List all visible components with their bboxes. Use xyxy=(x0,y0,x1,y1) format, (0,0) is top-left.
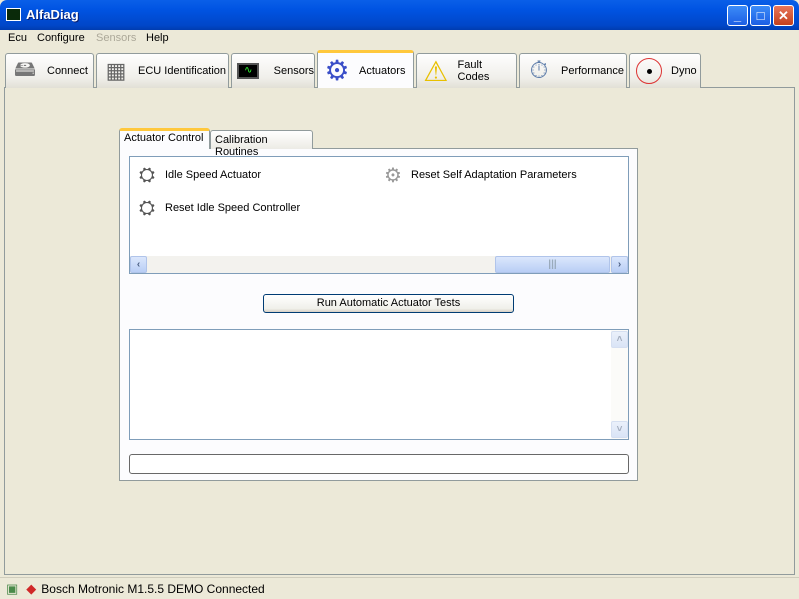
tab-label: Actuators xyxy=(359,64,406,77)
tab-connect[interactable]: 🖴 Connect xyxy=(5,53,94,88)
list-item-reset-idle-speed-controller[interactable]: ⛭ Reset Idle Speed Controller xyxy=(134,195,300,221)
tab-label: Connect xyxy=(47,65,88,77)
horizontal-scrollbar[interactable]: ‹ ||| › xyxy=(130,256,628,273)
list-item-label: Reset Self Adaptation Parameters xyxy=(411,169,577,181)
window-title: AlfaDiag xyxy=(26,7,79,22)
scroll-right-button[interactable]: › xyxy=(611,256,628,273)
menu-ecu[interactable]: Ecu xyxy=(8,32,27,44)
hard-drive-network-icon: 🖴 xyxy=(13,56,37,81)
menu-help[interactable]: Help xyxy=(146,32,169,44)
scroll-down-button[interactable]: ˅ xyxy=(611,421,628,438)
scroll-up-button[interactable]: ˄ xyxy=(611,331,628,348)
close-button[interactable]: ✕ xyxy=(773,5,794,26)
menu-configure[interactable]: Configure xyxy=(37,32,85,44)
scroll-thumb[interactable]: ||| xyxy=(495,256,610,273)
list-item-reset-self-adaptation-parameters[interactable]: ⚙ Reset Self Adaptation Parameters xyxy=(380,162,577,188)
tab-performance[interactable]: ⏱ Performance xyxy=(519,53,627,88)
tab-label: Sensors xyxy=(273,65,314,77)
run-automatic-actuator-tests-button[interactable]: Run Automatic Actuator Tests xyxy=(263,294,514,313)
gear-icon: ⚙ xyxy=(324,55,350,86)
app-icon xyxy=(6,8,21,21)
tab-label: ECU Identification xyxy=(138,65,227,77)
oscilloscope-icon: ∿ xyxy=(235,57,262,85)
title-bar xyxy=(0,0,799,30)
status-bar: ▣ ◆ Bosch Motronic M1.5.5 DEMO Connected xyxy=(0,577,799,599)
status-text: Bosch Motronic M1.5.5 DEMO Connected xyxy=(41,581,265,596)
throttle-body-icon: ⛭ xyxy=(139,196,155,219)
maximize-button[interactable]: □ xyxy=(750,5,771,26)
tab-dyno[interactable]: Dyno xyxy=(629,53,701,88)
network-icon: ▣ xyxy=(6,580,19,596)
list-item-idle-speed-actuator[interactable]: ⛭ Idle Speed Actuator xyxy=(134,162,261,188)
tab-ecu-identification[interactable]: ▦ ECU Identification xyxy=(96,53,229,88)
warning-icon: ⚠ xyxy=(423,55,449,87)
tab-sensors[interactable]: ∿ Sensors xyxy=(231,53,315,88)
progress-bar xyxy=(129,454,629,474)
gauge-icon xyxy=(633,57,665,85)
ecu-icon: ◆ xyxy=(26,580,37,596)
tab-actuators[interactable]: ⚙ Actuators xyxy=(317,50,414,88)
stopwatch-icon: ⏱ xyxy=(529,57,549,84)
output-textarea[interactable]: ˄ ˅ xyxy=(129,329,629,440)
minimize-button[interactable]: _ xyxy=(727,5,748,26)
throttle-body-icon: ⛭ xyxy=(139,163,155,186)
parts-icon: ⚙ xyxy=(384,164,402,187)
chip-icon: ▦ xyxy=(105,58,127,83)
subtab-actuator-control[interactable]: Actuator Control xyxy=(119,128,210,149)
tab-fault-codes[interactable]: ⚠ Fault Codes xyxy=(416,53,517,88)
tab-label: Dyno xyxy=(671,65,697,77)
tab-label: Performance xyxy=(561,65,624,77)
tab-label: Fault Codes xyxy=(457,59,490,83)
vertical-scrollbar[interactable]: ˄ ˅ xyxy=(611,330,628,439)
list-item-label: Idle Speed Actuator xyxy=(165,169,262,181)
list-item-label: Reset Idle Speed Controller xyxy=(165,202,301,214)
menu-sensors: Sensors xyxy=(96,32,137,44)
subtab-calibration-routines[interactable]: Calibration Routines xyxy=(210,130,313,158)
scroll-left-button[interactable]: ‹ xyxy=(130,256,147,273)
